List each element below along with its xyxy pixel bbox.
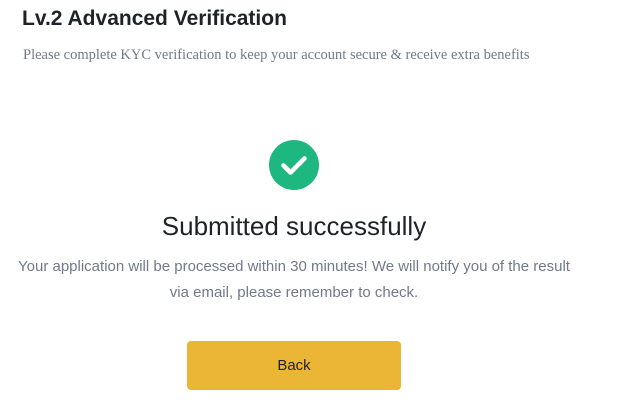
verification-page: Lv.2 Advanced Verification Please comple… (0, 0, 618, 408)
check-circle-icon (269, 140, 319, 190)
success-message: Your application will be processed withi… (18, 258, 570, 301)
page-title: Lv.2 Advanced Verification (22, 7, 287, 30)
page-subtitle: Please complete KYC verification to keep… (23, 47, 530, 63)
back-button[interactable]: Back (187, 341, 401, 390)
success-title: Submitted successfully (161, 211, 427, 241)
